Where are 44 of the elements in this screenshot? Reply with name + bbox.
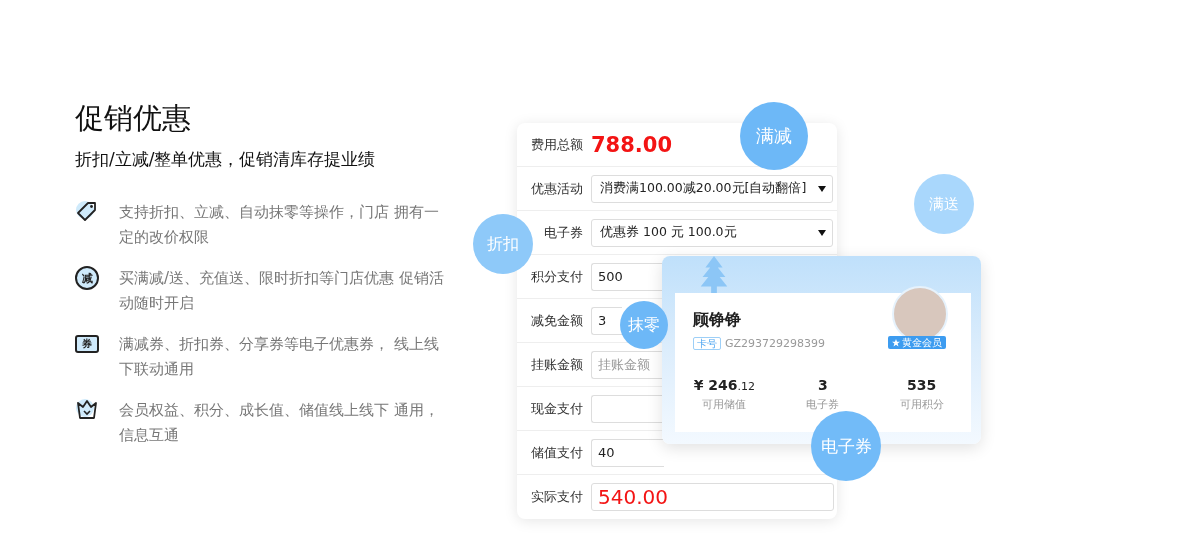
field-label: 减免金额: [530, 311, 583, 330]
promo-bubble: 满减: [740, 102, 808, 170]
input-field[interactable]: 3: [591, 306, 622, 335]
field-label: 优惠活动: [530, 179, 583, 198]
stat-value: ¥ 246.12: [693, 377, 755, 393]
crown-icon: [75, 398, 99, 422]
caret-icon: [818, 229, 826, 236]
field-label: 电子券: [543, 223, 583, 242]
stat-label: 可用储值: [702, 397, 747, 412]
promo-bubble: 满送: [914, 174, 974, 234]
input-field[interactable]: 40: [591, 438, 664, 467]
feature-text: 会员权益、积分、成长值、储值线上线下 通用，信息互通: [119, 400, 440, 446]
ticket-icon: 券: [75, 335, 99, 353]
badge-text: 黄金会员: [902, 336, 942, 349]
input-field[interactable]: [591, 394, 664, 423]
section-subtitle: 折扣/立减/整单优惠，促销清库存提业绩: [75, 148, 377, 171]
member-name: 顾铮铮: [693, 310, 741, 331]
input-field[interactable]: 500: [591, 262, 664, 291]
feature-text: 支持折扣、立减、自动抹零等操作，门店 拥有一定的改价权限: [119, 202, 440, 248]
input-field[interactable]: 挂账金额: [591, 350, 664, 379]
stat-label: 可用积分: [899, 397, 944, 412]
dropdown-field[interactable]: 消费满100.00减20.00元[自动翻倍]: [591, 174, 833, 203]
promo-bubble: 折扣: [473, 214, 533, 274]
total-amount: 788.00: [591, 132, 673, 157]
field-label: 积分支付: [530, 267, 583, 286]
input-field[interactable]: 540.00: [591, 483, 834, 511]
stat-value: 3: [818, 377, 828, 393]
field-label: 储值支付: [530, 443, 583, 462]
stat-value: 535: [907, 377, 937, 393]
tag-icon: [75, 200, 99, 224]
field-label: 费用总额: [530, 135, 583, 154]
reduce-badge-icon: 减: [75, 266, 99, 290]
section-title: 促销优惠: [75, 100, 192, 137]
caret-icon: [818, 185, 826, 192]
feature-text: 满减券、折扣券、分享券等电子优惠券， 线上线下联动通用: [119, 334, 440, 380]
feature-text: 买满减/送、充值送、限时折扣等门店优惠 促销活动随时开启: [119, 268, 445, 314]
star-icon: [892, 338, 900, 347]
dropdown-field[interactable]: 优惠券 100 元 100.0元: [591, 218, 833, 247]
field-label: 现金支付: [530, 399, 583, 418]
field-label: 挂账金额: [530, 355, 583, 374]
stat-label: 电子券: [806, 397, 840, 412]
card-label-tag: 卡号: [693, 337, 721, 350]
field-label: 实际支付: [530, 488, 583, 506]
card-number: GZ293729298399: [725, 337, 826, 350]
